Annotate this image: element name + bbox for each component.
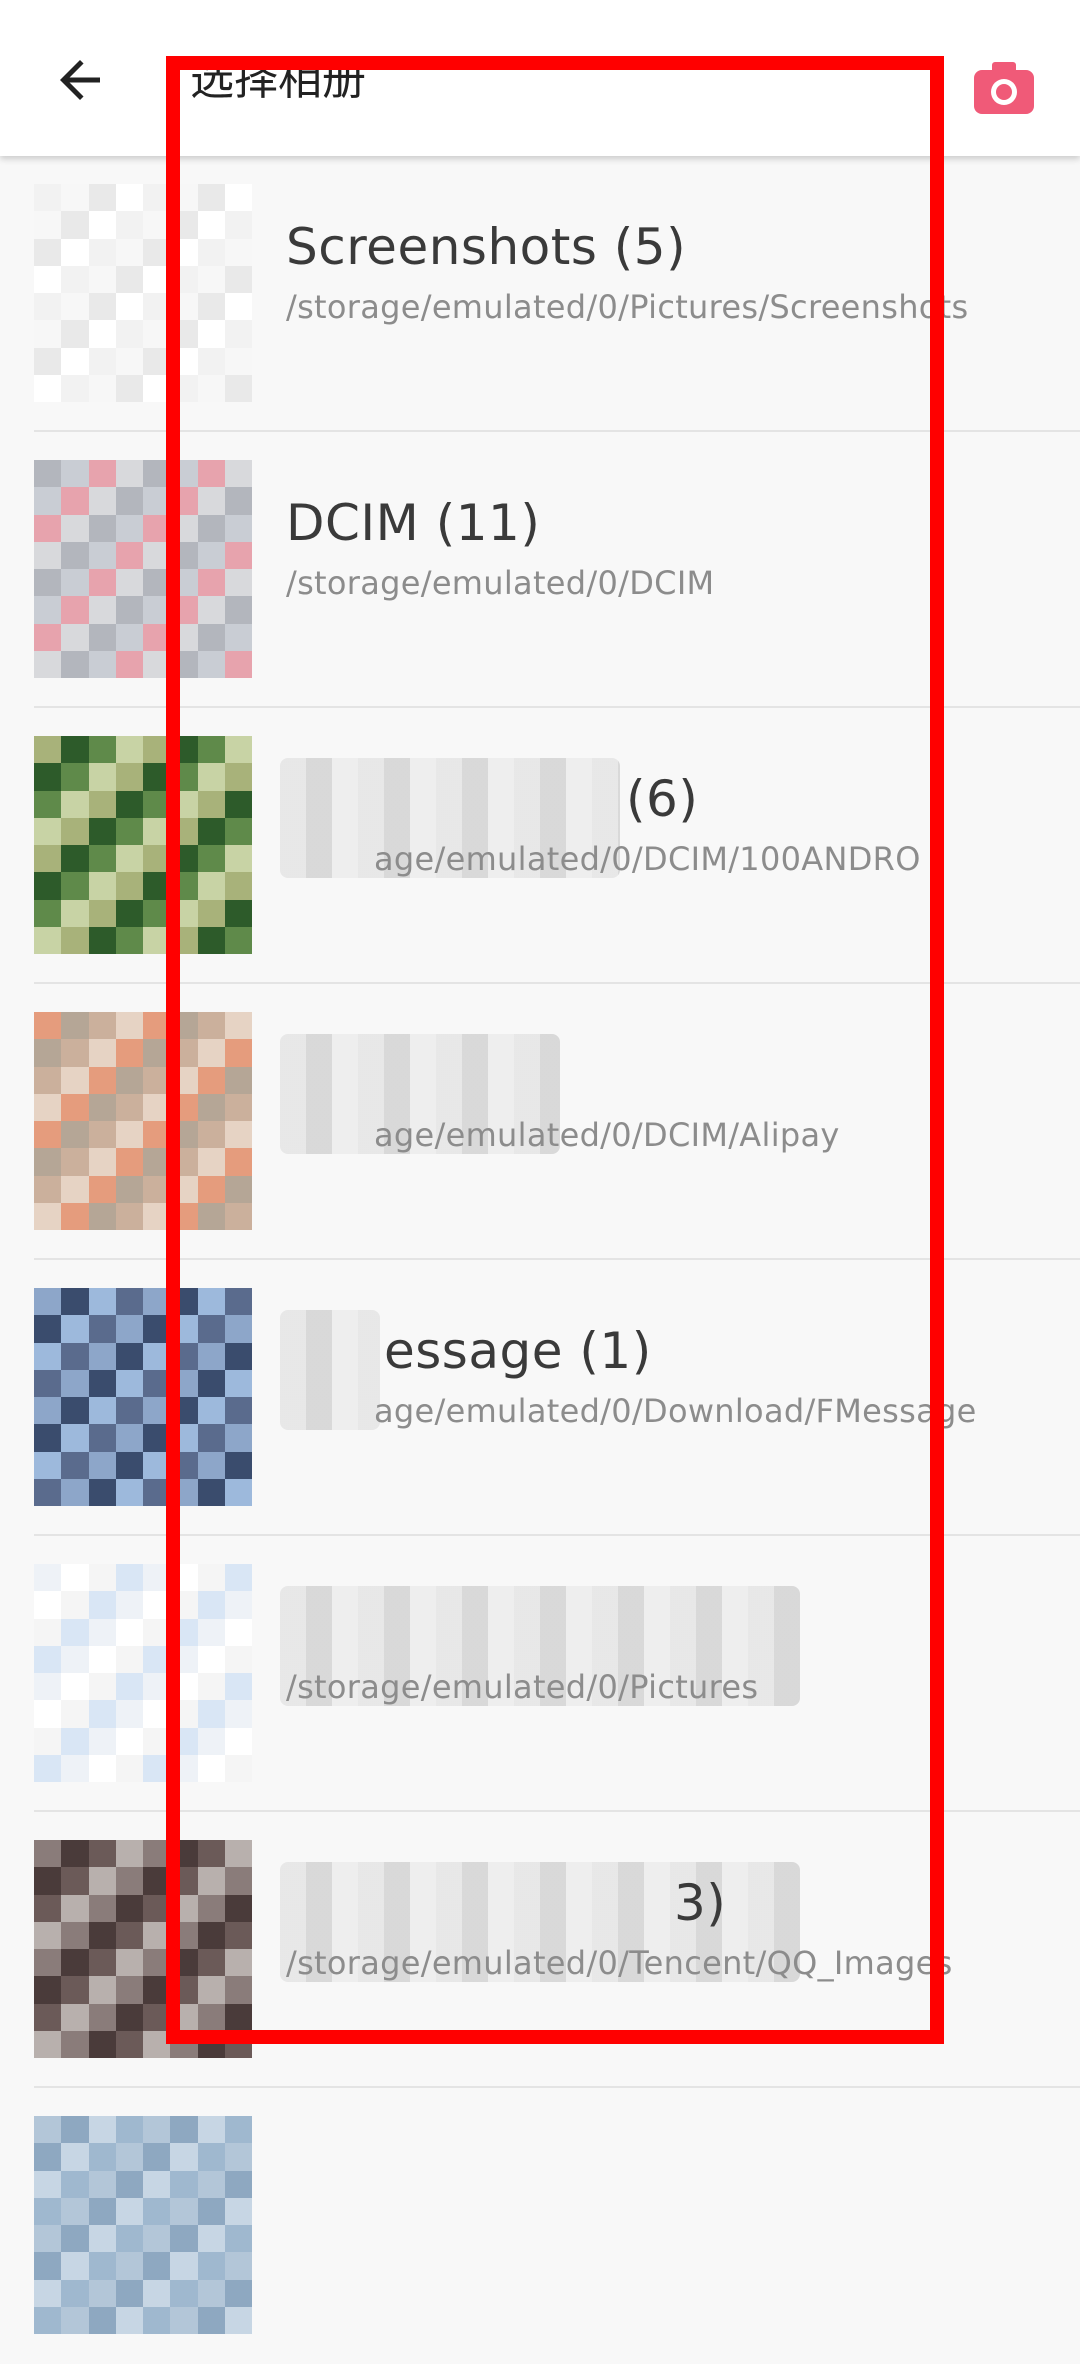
album-path: age/emulated/0/DCIM/100ANDRO — [374, 840, 921, 878]
album-name: DCIM (11) — [286, 494, 541, 552]
album-name: essage (1) — [384, 1322, 652, 1380]
thumbnail-mosaic — [34, 2116, 252, 2334]
page-title: 选择相册 — [190, 54, 366, 105]
album-name: Screenshots (5) — [286, 218, 687, 276]
album-row[interactable]: /storage/emulated/0/Pictures — [34, 1536, 1080, 1812]
album-row[interactable]: 3) /storage/emulated/0/Tencent/QQ_Images — [34, 1812, 1080, 2088]
thumbnail-mosaic — [34, 1288, 252, 1506]
album-row[interactable]: (6) age/emulated/0/DCIM/100ANDRO — [34, 708, 1080, 984]
album-path: age/emulated/0/Download/FMessage — [374, 1392, 977, 1430]
album-thumbnail — [34, 1012, 252, 1230]
album-row[interactable]: Screenshots (5) /storage/emulated/0/Pictu… — [34, 156, 1080, 432]
arrow-left-icon — [60, 60, 100, 100]
album-thumbnail — [34, 736, 252, 954]
album-path: /storage/emulated/0/Tencent/QQ_Images — [286, 1944, 953, 1982]
camera-button[interactable] — [964, 48, 1044, 128]
album-thumbnail — [34, 460, 252, 678]
album-thumbnail — [34, 1564, 252, 1782]
album-thumbnail — [34, 184, 252, 402]
album-thumbnail — [34, 1840, 252, 2058]
album-path: age/emulated/0/DCIM/Alipay — [374, 1116, 840, 1154]
album-row[interactable]: age/emulated/0/DCIM/Alipay — [34, 984, 1080, 1260]
album-path: /storage/emulated/0/DCIM — [286, 564, 715, 602]
back-button[interactable] — [40, 40, 120, 120]
album-name: (6) — [626, 770, 699, 828]
album-path: /storage/emulated/0/Pictures/Screenshots — [286, 288, 969, 326]
album-list: Screenshots (5) /storage/emulated/0/Pictu… — [0, 156, 1080, 2364]
thumbnail-mosaic — [34, 460, 252, 678]
album-name: 3) — [674, 1874, 727, 1932]
app-bar: 选择相册 — [0, 0, 1080, 156]
pixelated-redaction — [280, 1310, 380, 1430]
thumbnail-mosaic — [34, 1840, 252, 2058]
camera-icon — [974, 62, 1034, 114]
album-thumbnail — [34, 2116, 252, 2334]
album-row[interactable] — [34, 2088, 1080, 2364]
thumbnail-mosaic — [34, 1012, 252, 1230]
album-row[interactable]: essage (1) age/emulated/0/Download/FMessa… — [34, 1260, 1080, 1536]
album-path: /storage/emulated/0/Pictures — [286, 1668, 759, 1706]
thumbnail-mosaic — [34, 736, 252, 954]
album-thumbnail — [34, 1288, 252, 1506]
album-row[interactable]: DCIM (11) /storage/emulated/0/DCIM — [34, 432, 1080, 708]
thumbnail-mosaic — [34, 1564, 252, 1782]
thumbnail-mosaic — [34, 184, 252, 402]
